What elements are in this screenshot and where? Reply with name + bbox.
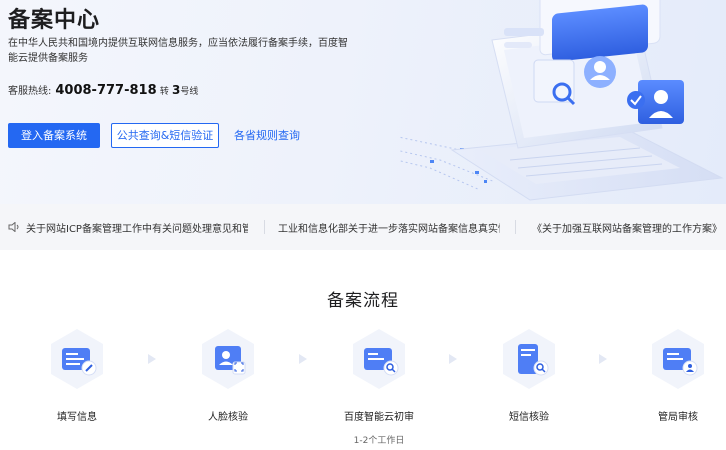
step-label: 短信核验 bbox=[509, 412, 549, 423]
chevron-right-icon bbox=[599, 354, 607, 364]
review-search-icon bbox=[353, 329, 405, 389]
hotline-label: 客服热线: bbox=[8, 86, 52, 97]
public-query-sms-button[interactable]: 公共查询&短信验证 bbox=[111, 123, 219, 148]
step-label: 管局审核 bbox=[658, 412, 698, 423]
step-label: 人脸核验 bbox=[208, 412, 248, 423]
flow-step-fill-info: 填写信息 bbox=[7, 328, 147, 423]
step-label: 百度智能云初审 bbox=[344, 412, 414, 423]
announcement-link[interactable]: 工业和信息化部关于进一步落实网站备案信息真实性核… bbox=[278, 220, 500, 235]
step-duration: 1-2个工作日 bbox=[353, 436, 405, 446]
divider bbox=[264, 220, 265, 234]
hotline-ext-suffix: 号线 bbox=[180, 87, 199, 97]
hotline-ext-prefix: 转 bbox=[159, 87, 169, 97]
flow-step-face-verify: 人脸核验 bbox=[158, 328, 298, 423]
announcement-link[interactable]: 关于网站ICP备案管理工作中有关问题处理意见和管理… bbox=[26, 220, 248, 235]
flow-step-authority-review: 管局审核 bbox=[608, 328, 726, 423]
laptop-illustration bbox=[400, 0, 724, 201]
speaker-icon bbox=[8, 222, 19, 232]
face-verify-icon bbox=[202, 329, 254, 389]
chevron-right-icon bbox=[148, 354, 156, 364]
form-edit-icon bbox=[51, 329, 103, 389]
hotline-number: 4008-777-818 bbox=[55, 83, 157, 98]
login-filing-system-button[interactable]: 登入备案系统 bbox=[8, 123, 100, 148]
hero-banner: 备案中心 在中华人民共和国境内提供互联网信息服务，应当依法履行备案手续，百度智能… bbox=[0, 0, 726, 204]
section-title: 备案流程 bbox=[327, 291, 399, 311]
province-rules-link[interactable]: 各省规则查询 bbox=[231, 123, 303, 148]
authority-review-icon bbox=[652, 329, 704, 389]
divider bbox=[515, 220, 516, 234]
hotline: 客服热线: 4008-777-818 转 3号线 bbox=[8, 82, 198, 98]
page-title: 备案中心 bbox=[8, 8, 101, 33]
step-label: 填写信息 bbox=[57, 412, 97, 423]
flow-step-baidu-review: 百度智能云初审 1-2个工作日 bbox=[309, 328, 449, 446]
chevron-right-icon bbox=[449, 354, 457, 364]
hero-description: 在中华人民共和国境内提供互联网信息服务，应当依法履行备案手续，百度智能云提供备案… bbox=[8, 38, 348, 64]
flow-step-sms-verify: 短信核验 bbox=[459, 328, 599, 423]
sms-verify-icon bbox=[503, 329, 555, 389]
announcement-link[interactable]: 《关于加强互联网站备案管理的工作方案》 bbox=[532, 220, 722, 235]
announcement-bar: 关于网站ICP备案管理工作中有关问题处理意见和管理… 工业和信息化部关于进一步落… bbox=[0, 204, 726, 250]
chevron-right-icon bbox=[299, 354, 307, 364]
